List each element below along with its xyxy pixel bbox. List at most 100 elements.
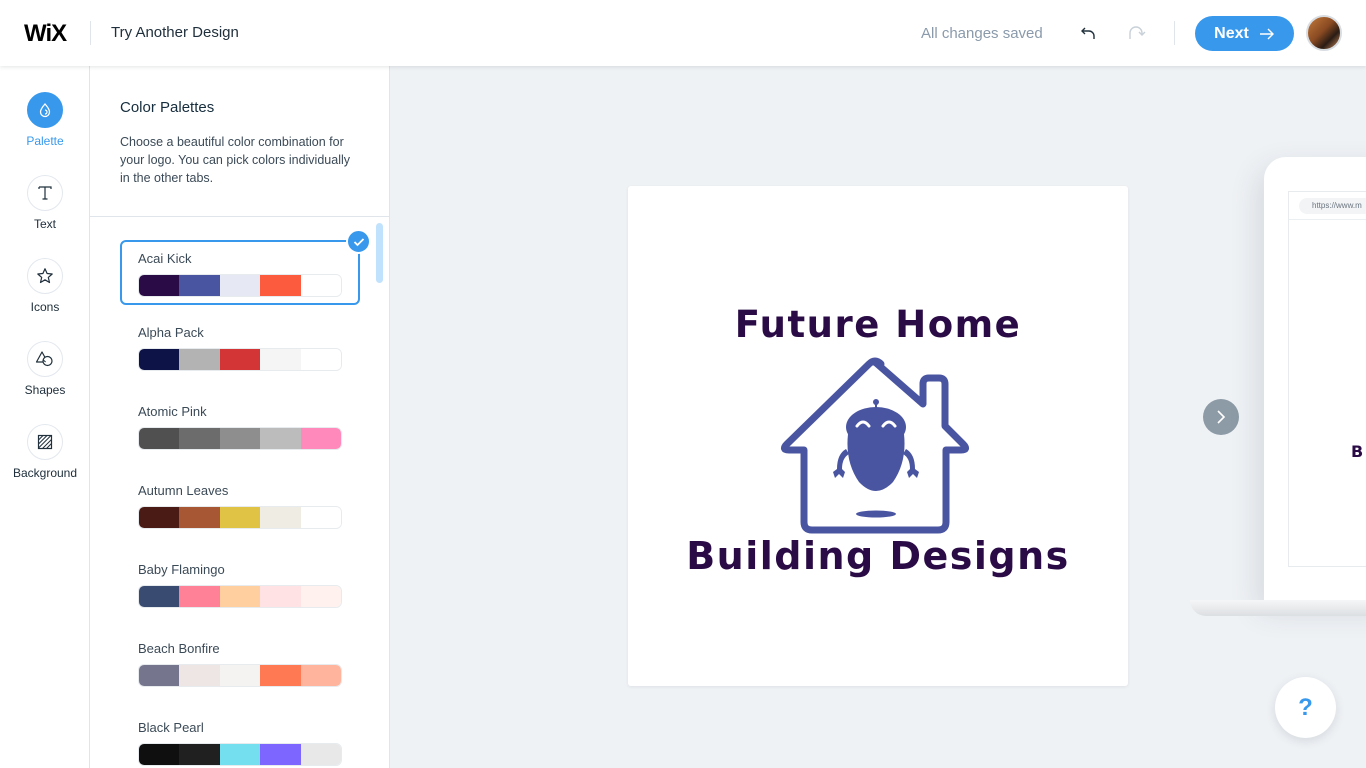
palette-option[interactable]: Autumn Leaves (120, 472, 360, 537)
color-swatch (300, 586, 341, 607)
color-swatch (219, 349, 261, 370)
color-swatch (260, 665, 301, 686)
color-swatch (260, 507, 301, 528)
palette-option[interactable]: Baby Flamingo (120, 551, 360, 616)
laptop-screen: https://www.m B (1288, 191, 1366, 567)
next-button-label: Next (1214, 24, 1249, 42)
rail-icon-circle (27, 424, 63, 460)
palette-panel: Color Palettes Choose a beautiful color … (90, 66, 390, 768)
redo-button[interactable] (1124, 22, 1146, 44)
text-icon (38, 186, 52, 200)
color-swatch (260, 744, 301, 765)
color-swatch (300, 744, 341, 765)
drop-icon (39, 103, 51, 118)
url-bar-divider (1289, 219, 1366, 220)
url-bar: https://www.m (1299, 198, 1366, 214)
page-title: Try Another Design (111, 24, 239, 41)
checkmark-icon (353, 237, 364, 246)
palette-swatches (138, 664, 342, 687)
undo-button[interactable] (1078, 22, 1100, 44)
next-design-button[interactable] (1203, 399, 1239, 435)
color-swatch (179, 665, 220, 686)
color-swatch (179, 586, 220, 607)
color-swatch (260, 349, 301, 370)
redo-icon (1129, 26, 1146, 39)
color-swatch (139, 586, 180, 607)
rail-item-shapes[interactable]: Shapes (0, 341, 90, 397)
palette-swatches (138, 585, 342, 608)
chevron-right-icon (1217, 410, 1226, 424)
color-swatch (179, 744, 220, 765)
palette-name: Alpha Pack (138, 325, 204, 340)
header-divider (90, 21, 91, 45)
color-swatch (300, 507, 341, 528)
color-swatch (260, 275, 301, 296)
color-swatch (300, 665, 341, 686)
color-swatch (139, 428, 180, 449)
color-swatch (219, 744, 261, 765)
panel-title: Color Palettes (120, 99, 215, 116)
laptop-base (1190, 600, 1366, 616)
color-swatch (179, 507, 220, 528)
rail-label: Text (33, 217, 56, 231)
color-swatch (300, 275, 341, 296)
wix-logo[interactable]: WiX (24, 20, 67, 48)
palette-name: Black Pearl (138, 720, 204, 735)
color-swatch (219, 428, 261, 449)
palette-option[interactable]: Beach Bonfire (120, 630, 360, 695)
rail-icon-circle (27, 175, 63, 211)
palette-name: Acai Kick (138, 251, 192, 266)
color-swatch (179, 275, 220, 296)
palette-option[interactable]: Black Pearl (120, 709, 360, 768)
next-button[interactable]: Next (1195, 16, 1294, 51)
rail-item-text[interactable]: Text (0, 175, 90, 231)
arrow-right-icon (1259, 28, 1274, 39)
palette-list-scrollbar[interactable] (376, 223, 383, 283)
background-icon (37, 434, 53, 450)
logo-subtitle-text: Building Designs (686, 534, 1070, 578)
logo-preview-card[interactable]: Future Home Building Designs (628, 186, 1128, 686)
palette-option[interactable]: Atomic Pink (120, 393, 360, 458)
rail-label: Shapes (24, 383, 66, 397)
rail-icon-circle (27, 258, 63, 294)
logo-title-text: Future Home (734, 303, 1022, 346)
color-swatch (219, 586, 261, 607)
star-icon (37, 268, 53, 284)
rail-item-background[interactable]: Background (0, 424, 90, 480)
rail-label: Background (12, 466, 78, 480)
color-swatch (300, 428, 341, 449)
rail-item-icons[interactable]: Icons (0, 258, 90, 314)
palette-swatches (138, 348, 342, 371)
header-divider (1174, 21, 1175, 45)
tool-rail: Palette Text Icons Shapes Background (0, 66, 90, 768)
color-swatch (219, 665, 261, 686)
rail-item-palette[interactable]: Palette (0, 92, 90, 148)
color-swatch (219, 275, 261, 296)
palette-name: Baby Flamingo (138, 562, 225, 577)
panel-divider (90, 216, 389, 217)
color-swatch (139, 507, 180, 528)
rail-icon-circle (27, 92, 63, 128)
palette-swatches (138, 427, 342, 450)
preview-stage: Future Home Building Designs https://www… (390, 66, 1366, 768)
color-swatch (260, 586, 301, 607)
color-swatch (300, 349, 341, 370)
robot-house-icon (780, 357, 970, 534)
palette-name: Atomic Pink (138, 404, 207, 419)
rail-icon-circle (27, 341, 63, 377)
user-avatar[interactable] (1306, 15, 1342, 51)
palette-name: Beach Bonfire (138, 641, 220, 656)
palette-swatches (138, 506, 342, 529)
palette-option[interactable]: Alpha Pack (120, 314, 360, 379)
rail-label: Palette (26, 134, 64, 148)
palette-option[interactable]: Acai Kick (120, 229, 371, 305)
palette-swatches (138, 274, 342, 297)
palette-swatches (138, 743, 342, 766)
palette-name: Autumn Leaves (138, 483, 229, 498)
color-swatch (260, 428, 301, 449)
color-swatch (139, 349, 180, 370)
help-button[interactable]: ? (1275, 677, 1336, 738)
selected-check-badge (346, 229, 371, 254)
shapes-icon (35, 351, 53, 367)
save-status: All changes saved (921, 25, 1043, 42)
